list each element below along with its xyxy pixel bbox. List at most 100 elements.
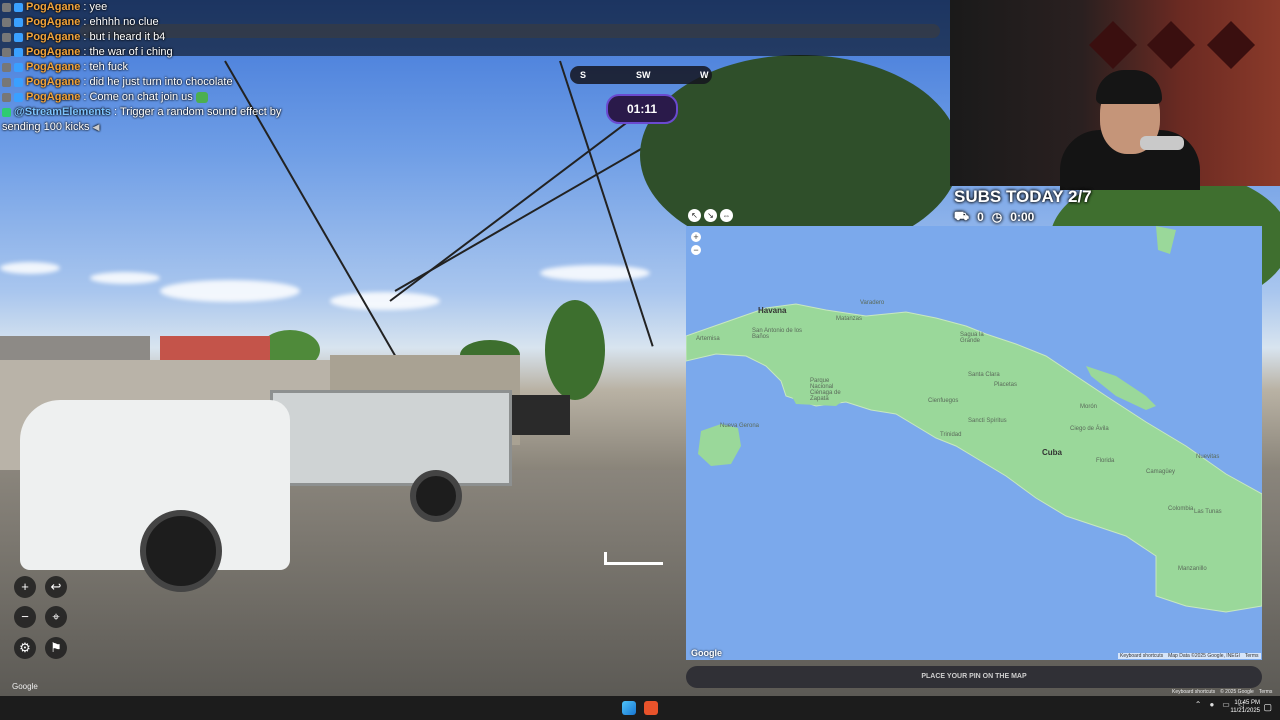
emote-icon xyxy=(195,92,208,103)
chat-username: PogAgane xyxy=(26,61,81,73)
chat-text: sending 100 kicks xyxy=(2,121,90,133)
sv-zoom-out-button[interactable]: − xyxy=(14,606,36,628)
network-icon[interactable]: ▭ xyxy=(1222,700,1230,709)
chat-text: Come on chat join us xyxy=(89,91,193,103)
sv-settings-button[interactable]: ⚙ xyxy=(14,637,36,659)
acoustic-panel xyxy=(1206,20,1256,70)
cloud xyxy=(330,292,440,310)
badge-icon xyxy=(14,3,23,12)
map-label-santa-clara: Santa Clara xyxy=(968,372,1000,378)
taskbar-date: 11/21/2025 xyxy=(1230,708,1260,714)
map-label-artemisa: Artemisa xyxy=(696,336,720,342)
truck-wheel xyxy=(410,470,462,522)
chat-message: PogAgane: Come on chat join us xyxy=(0,90,320,105)
speaker-icon: ◀ xyxy=(92,122,100,132)
chat-separator: : xyxy=(83,16,87,28)
subs-stats: ⛟ 0 ◷ 0:00 xyxy=(954,209,1092,225)
street-view-arrow[interactable] xyxy=(604,552,663,565)
acoustic-panel xyxy=(1088,20,1138,70)
sv-checkpoint-button[interactable]: ⌖ xyxy=(45,606,67,628)
chat-message: @StreamElements : Trigger a random sound… xyxy=(0,105,320,120)
badge-icon xyxy=(14,18,23,27)
compass-heading-sw: SW xyxy=(636,70,651,80)
cloud xyxy=(90,272,160,284)
map-zoom-out-button[interactable]: − xyxy=(691,245,701,255)
sv-terms-link[interactable]: Terms xyxy=(1259,689,1273,695)
round-timer: 01:11 xyxy=(606,94,678,124)
chat-separator: : xyxy=(83,61,87,73)
map-label-sagua: Sagua la Grande xyxy=(960,332,984,344)
chat-text: teh fuck xyxy=(89,61,128,73)
map-label-trinidad: Trinidad xyxy=(940,432,962,438)
map-label-havana: Havana xyxy=(758,306,787,315)
sv-undo-button[interactable]: ↩ xyxy=(45,576,67,598)
chat-text: the war of i ching xyxy=(89,46,173,58)
cloud xyxy=(540,265,650,281)
map-footer: Keyboard shortcuts Map Data ©2025 Google… xyxy=(1118,653,1261,659)
badge-icon xyxy=(14,63,23,72)
badge-icon xyxy=(2,3,11,12)
truck-bed xyxy=(270,390,512,486)
map-label-cienfuegos: Cienfuegos xyxy=(928,398,959,404)
map-keyboard-shortcuts-link[interactable]: Keyboard shortcuts xyxy=(1120,653,1163,659)
compass-heading-s: S xyxy=(580,70,587,80)
microphone-icon[interactable]: ● xyxy=(1209,700,1214,709)
taskbar: ⌃ ● ▭ ◁ 10:45 PM 11/21/2025 ▢ xyxy=(0,696,1280,720)
map-collapse-icon[interactable]: ↖ xyxy=(688,209,701,222)
place-pin-button[interactable]: PLACE YOUR PIN ON THE MAP xyxy=(686,666,1262,688)
map-label-camaguey: Camagüey xyxy=(1146,469,1176,475)
map-label-las-tunas: Las Tunas xyxy=(1194,509,1222,515)
map-terms-link[interactable]: Terms xyxy=(1245,653,1259,659)
isla-de-la-juventud xyxy=(698,424,741,466)
map-data-attribution: Map Data ©2025 Google, INEGI xyxy=(1168,653,1240,659)
map-label-placetas: Placetas xyxy=(994,382,1018,388)
chat-message-continuation: sending 100 kicks ◀ xyxy=(0,120,320,135)
badge-icon xyxy=(2,18,11,27)
chat-separator: : xyxy=(83,31,87,43)
chat-overlay: PogAgane: yee PogAgane: ehhhh no clue Po… xyxy=(0,0,320,135)
taskbar-clock[interactable]: 10:45 PM 11/21/2025 xyxy=(1230,699,1260,715)
map-google-logo: Google xyxy=(691,648,722,658)
chat-text: Trigger a random sound effect by xyxy=(120,106,282,118)
brave-browser-icon[interactable] xyxy=(644,701,658,715)
cloud xyxy=(0,262,60,274)
subs-count: 0 xyxy=(977,210,984,224)
acoustic-panel xyxy=(1146,20,1196,70)
notification-icon[interactable]: ▢ xyxy=(1263,702,1272,713)
badge-icon xyxy=(2,33,11,42)
sv-zoom-in-button[interactable]: + xyxy=(14,576,36,598)
map-label-matanzas: Matanzas xyxy=(836,316,863,322)
sv-return-to-start-flag-button[interactable]: ⚑ xyxy=(45,637,67,659)
tree xyxy=(545,300,605,400)
map-label-nuevitas: Nuevitas xyxy=(1196,454,1220,460)
map-zoom-in-button[interactable]: + xyxy=(691,232,701,242)
map-label-varadero: Varadero xyxy=(860,300,885,306)
guess-map[interactable]: + − Havana Matanzas Varadero Artemisa Sa… xyxy=(686,226,1262,660)
subs-title: SUBS TODAY 2/7 xyxy=(954,187,1092,206)
windows-start-icon[interactable] xyxy=(622,701,636,715)
chat-username: PogAgane xyxy=(26,76,81,88)
chat-username: @StreamElements xyxy=(14,106,111,118)
cayo-island xyxy=(1156,226,1176,254)
chat-separator: : xyxy=(83,1,87,13)
badge-icon xyxy=(14,48,23,57)
chat-text: ehhhh no clue xyxy=(89,16,159,28)
chat-separator: : xyxy=(83,91,87,103)
map-pin-toggle-icon[interactable]: ⇔ xyxy=(720,209,733,222)
map-label-ciego: Ciego de Ávila xyxy=(1070,426,1109,432)
cuba-map-svg xyxy=(686,226,1262,613)
badge-icon xyxy=(14,78,23,87)
chat-message: PogAgane: did he just turn into chocolat… xyxy=(0,75,320,90)
badge-icon xyxy=(2,78,11,87)
chat-username: PogAgane xyxy=(26,46,81,58)
chat-message: PogAgane: the war of i ching xyxy=(0,45,320,60)
chat-username: PogAgane xyxy=(26,31,81,43)
map-label-florida: Florida xyxy=(1096,458,1115,464)
badge-icon xyxy=(2,48,11,57)
chat-text: but i heard it b4 xyxy=(89,31,166,43)
truck-wheel xyxy=(140,510,222,592)
compass: S SW W xyxy=(570,66,712,84)
map-expand-icon[interactable]: ↘ xyxy=(704,209,717,222)
chevron-up-icon[interactable]: ⌃ xyxy=(1195,700,1202,709)
sv-keyboard-shortcuts-link[interactable]: Keyboard shortcuts xyxy=(1172,689,1215,695)
